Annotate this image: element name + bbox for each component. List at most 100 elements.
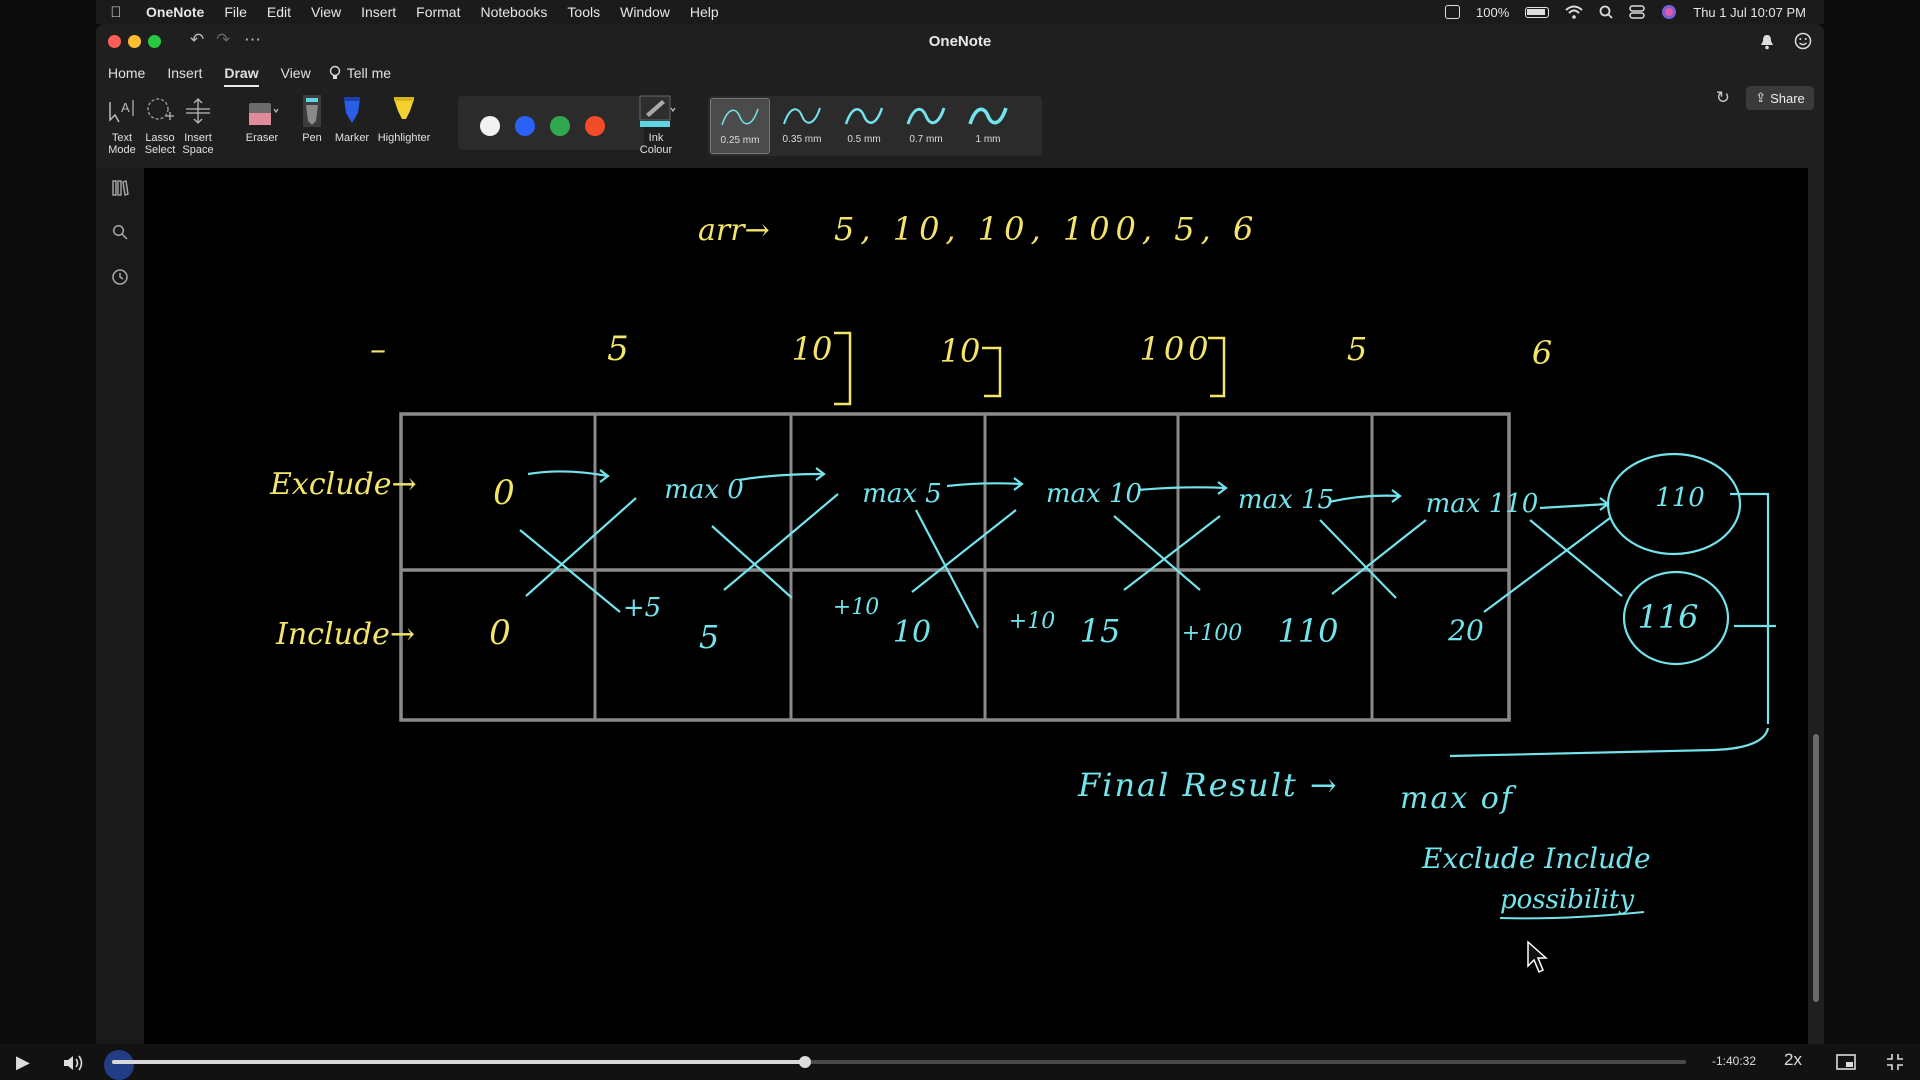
menu-format[interactable]: Format — [406, 4, 470, 20]
ink-color-white[interactable] — [480, 116, 500, 136]
screen-record-icon[interactable] — [1445, 5, 1461, 19]
undo-icon[interactable]: ↶ — [190, 30, 204, 50]
ink-colour-label-1: Ink — [648, 132, 664, 144]
volume-icon[interactable] — [62, 1054, 84, 1072]
tab-insert[interactable]: Insert — [155, 60, 212, 86]
menu-clock[interactable]: Thu 1 Jul 10:07 PM — [1693, 5, 1806, 20]
menu-notebooks[interactable]: Notebooks — [470, 4, 557, 20]
increment-label: +5 — [623, 593, 661, 623]
zoom-window-button[interactable] — [148, 35, 161, 48]
include-cell: 10 — [893, 615, 931, 650]
column-header: 10 — [792, 330, 833, 368]
marker-icon — [330, 90, 374, 132]
pen-button[interactable]: Pen — [290, 90, 334, 144]
ink-color-palette — [458, 96, 644, 150]
eraser-button[interactable]: Eraser — [240, 90, 284, 144]
siri-icon[interactable] — [1661, 4, 1677, 20]
pen-size-label-3: 0.7 mm — [909, 134, 943, 145]
menu-window[interactable]: Window — [610, 4, 680, 20]
pen-size-0-35mm[interactable]: 0.35 mm — [772, 98, 832, 154]
tab-home[interactable]: Home — [96, 60, 155, 86]
recent-history-icon[interactable] — [108, 265, 132, 289]
column-header: 5 — [1347, 330, 1367, 368]
pen-size-1mm[interactable]: 1 mm — [958, 98, 1018, 154]
wifi-icon[interactable] — [1565, 5, 1583, 19]
video-progress-knob[interactable] — [798, 1056, 811, 1068]
menu-view[interactable]: View — [301, 4, 351, 20]
insert-space-label-1: Insert — [184, 132, 212, 144]
tell-me-label: Tell me — [346, 65, 392, 81]
header-bracket — [834, 331, 852, 406]
ink-colour-button[interactable]: Ink Colour — [634, 90, 678, 156]
ribbon-tabs: Home Insert Draw View Tell me — [96, 60, 1824, 87]
canvas-scrollbar[interactable] — [1810, 174, 1822, 1024]
marker-button[interactable]: Marker — [330, 90, 374, 144]
menu-insert[interactable]: Insert — [351, 4, 406, 20]
minimize-window-button[interactable] — [128, 35, 141, 48]
include-cell: 20 — [1447, 614, 1484, 647]
exclude-cell: 0 — [493, 473, 515, 513]
pen-stroke-preview-icon — [906, 107, 946, 125]
more-options-icon[interactable]: ⋯ — [244, 30, 261, 50]
possibility-line-2: possibility — [1500, 885, 1634, 915]
eraser-icon — [240, 90, 284, 132]
pen-thickness-gallery: 0.25 mm 0.35 mm 0.5 mm 0.7 mm 1 mm — [708, 96, 1042, 156]
menu-help[interactable]: Help — [680, 4, 729, 20]
max-of-label: max of — [1400, 781, 1517, 816]
include-cell: 15 — [1080, 612, 1121, 650]
pen-stroke-preview-icon — [721, 108, 759, 126]
column-header: 5 — [607, 329, 629, 369]
canvas-scrollbar-thumb[interactable] — [1813, 734, 1819, 1002]
apple-menu-icon[interactable]:  — [96, 4, 136, 21]
row-label-include: Include→ — [275, 617, 415, 652]
pen-size-0-5mm[interactable]: 0.5 mm — [834, 98, 894, 154]
left-navigation — [96, 168, 144, 1044]
final-result-label: Final Result → — [1077, 766, 1339, 804]
exit-fullscreen-icon[interactable] — [1886, 1053, 1904, 1071]
time-remaining: -1:40:32 — [1712, 1054, 1757, 1068]
menu-app-name[interactable]: OneNote — [136, 4, 214, 20]
possibility-line-1: Exclude Include — [1421, 842, 1651, 875]
include-cell: 110 — [1277, 612, 1338, 650]
window-title: OneNote — [928, 33, 992, 50]
highlighter-button[interactable]: Highlighter — [374, 90, 434, 144]
pen-size-0-25mm[interactable]: 0.25 mm — [710, 98, 770, 154]
array-label: arr→ — [698, 213, 770, 248]
ink-color-green[interactable] — [550, 116, 570, 136]
ink-color-red[interactable] — [585, 116, 605, 136]
tab-view[interactable]: View — [269, 60, 321, 86]
play-icon[interactable]: ▶ — [16, 1052, 30, 1073]
redo-icon[interactable]: ↷ — [216, 30, 230, 50]
close-window-button[interactable] — [108, 35, 121, 48]
menu-tools[interactable]: Tools — [557, 4, 610, 20]
playback-speed-button[interactable]: 2x — [1784, 1050, 1802, 1070]
tab-draw[interactable]: Draw — [212, 60, 268, 87]
pen-size-0-7mm[interactable]: 0.7 mm — [896, 98, 956, 154]
search-icon[interactable] — [108, 220, 132, 244]
menu-edit[interactable]: Edit — [257, 4, 301, 20]
ink-colour-label-2: Colour — [639, 144, 673, 156]
insert-space-button[interactable]: Insert Space — [176, 90, 220, 156]
ink-color-blue[interactable] — [515, 116, 535, 136]
tell-me-search[interactable]: Tell me — [321, 65, 391, 81]
video-progress-bar[interactable] — [112, 1056, 1686, 1068]
presenter-avatar — [104, 1050, 134, 1080]
onenote-window: ↶ ↷ ⋯ OneNote Home Insert Draw View Tell… — [96, 24, 1824, 1044]
note-canvas[interactable]: arr→ 5, 10, 10, 100, 5, 6 – 5 10 10 100 … — [144, 168, 1808, 1044]
feedback-smiley-icon[interactable] — [1794, 32, 1812, 50]
menu-bar:  OneNote File Edit View Insert Format N… — [96, 0, 1824, 24]
pen-size-label-1: 0.35 mm — [782, 134, 822, 145]
notebooks-library-icon[interactable] — [108, 176, 132, 200]
insert-space-icon — [176, 90, 220, 132]
control-center-icon[interactable] — [1629, 5, 1646, 19]
spotlight-search-icon[interactable] — [1599, 5, 1613, 19]
notifications-bell-icon[interactable] — [1760, 34, 1774, 50]
svg-text:A: A — [121, 100, 130, 115]
menu-file[interactable]: File — [214, 4, 257, 20]
include-final-cell: 116 — [1637, 598, 1698, 636]
video-player-controls: ▶ -1:40:32 2x — [0, 1044, 1920, 1080]
battery-icon[interactable] — [1525, 6, 1550, 18]
ink-colour-icon — [634, 90, 678, 132]
pen-stroke-preview-icon — [783, 107, 821, 125]
picture-in-picture-icon[interactable] — [1836, 1054, 1856, 1070]
